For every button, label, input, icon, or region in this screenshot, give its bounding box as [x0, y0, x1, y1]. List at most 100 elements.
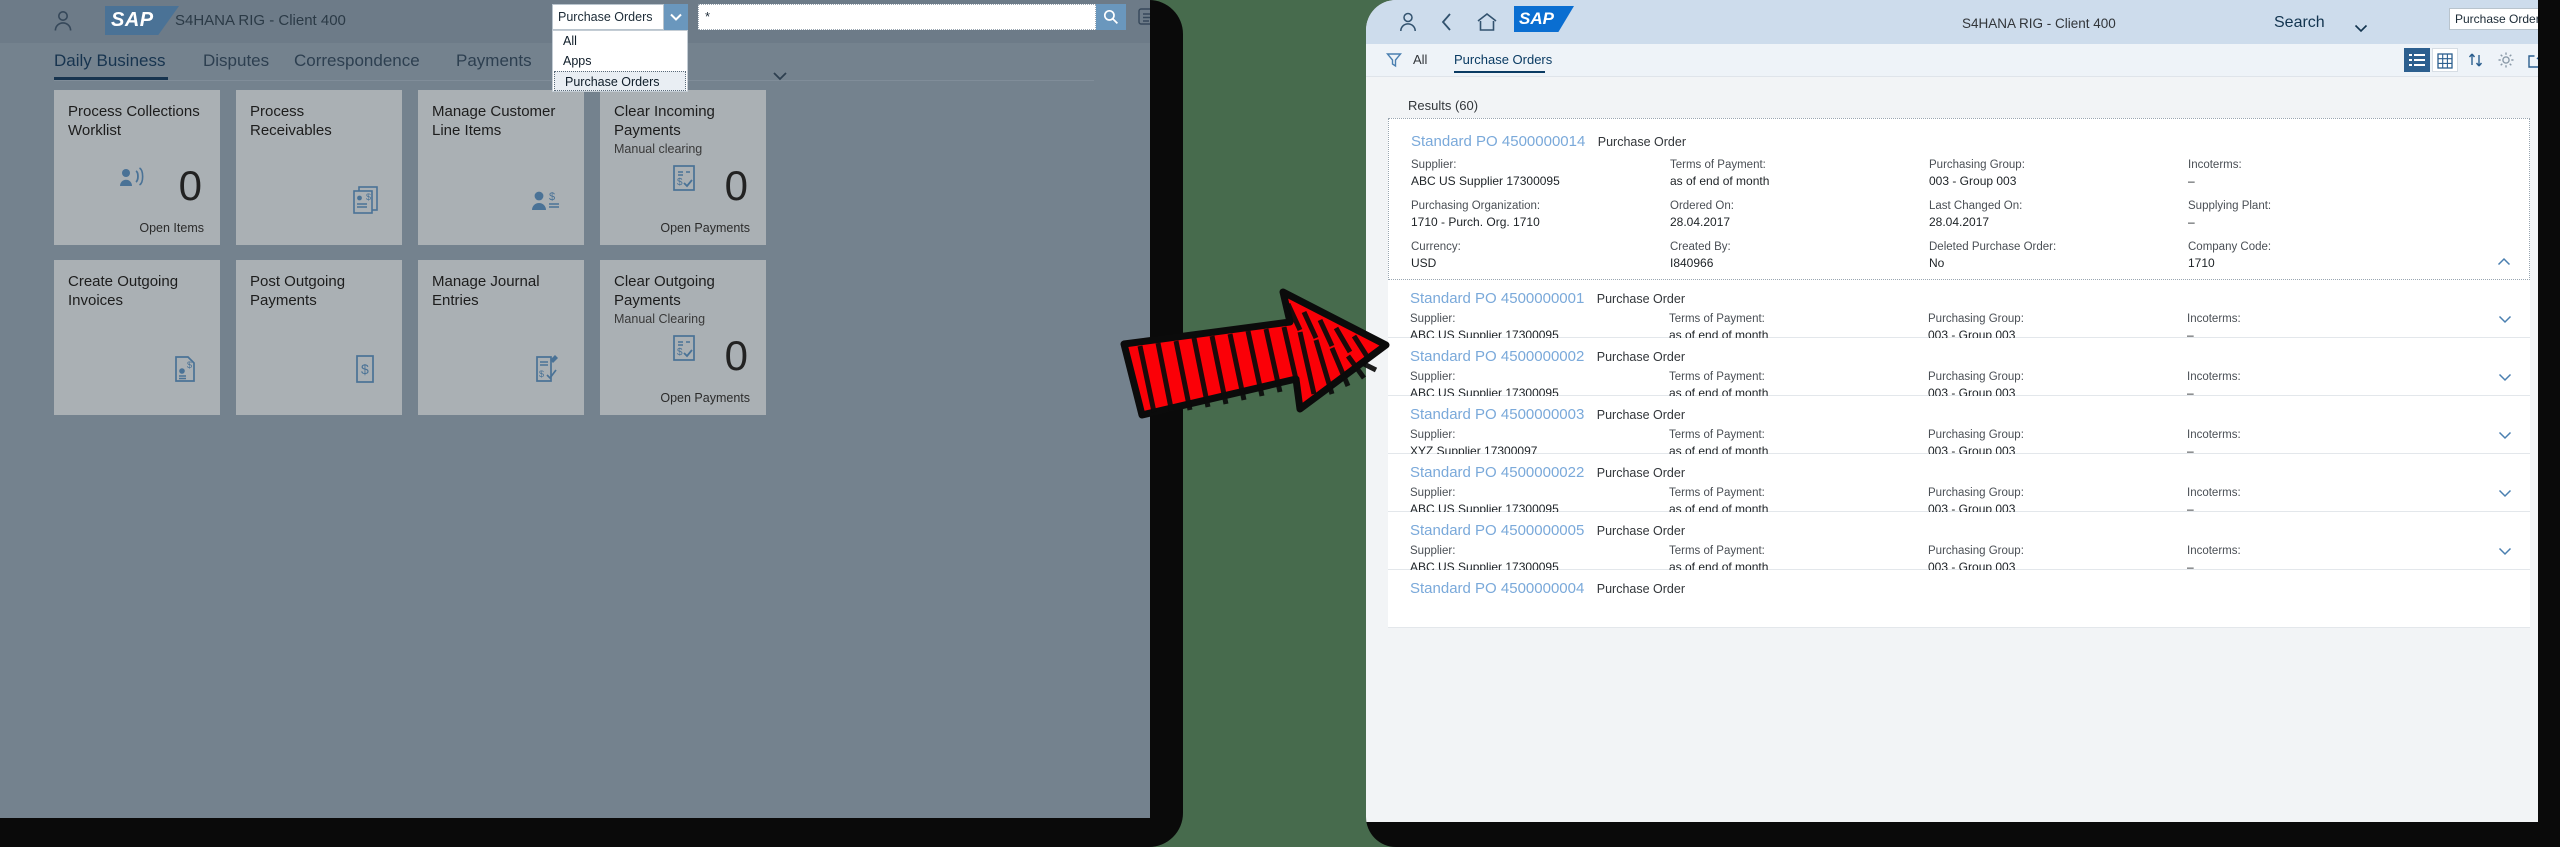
field-value-company-code: 1710	[2188, 256, 2215, 270]
dollar-note-icon: $	[354, 354, 376, 389]
card-field-row: Purchasing Organization: 1710 - Purch. Or…	[1411, 200, 2509, 241]
field-label-incoterms: Incoterms:	[2188, 159, 2242, 171]
field-label-supplier: Supplier:	[1411, 159, 1457, 171]
tab-disputes[interactable]: Disputes	[203, 51, 269, 71]
purchase-order-link[interactable]: Standard PO 4500000002	[1410, 348, 1584, 365]
field-value-created-by: I840966	[1670, 256, 1714, 270]
svg-text:$: $	[677, 177, 683, 188]
purchase-order-link[interactable]: Standard PO 4500000014	[1411, 133, 1585, 150]
filter-tab-purchase-orders[interactable]: Purchase Orders	[1454, 52, 1552, 67]
result-card[interactable]: Standard PO 4500000003 Purchase Order Su…	[1388, 396, 2530, 458]
launchpad-search-input[interactable]: *	[698, 4, 1096, 30]
field-label-terms-of-payment: Terms of Payment:	[1670, 159, 1766, 171]
purchase-order-link[interactable]: Standard PO 4500000022	[1410, 464, 1584, 481]
launchpad-client-title: S4HANA RIG - Client 400	[175, 12, 346, 29]
chevron-down-icon[interactable]	[2498, 427, 2512, 445]
card-title-row: Standard PO 4500000022 Purchase Order	[1410, 464, 1685, 482]
purchase-order-link[interactable]: Standard PO 4500000003	[1410, 406, 1584, 423]
field-value-purchasing-organization: 1710 - Purch. Org. 1710	[1411, 215, 1540, 229]
chevron-down-icon[interactable]	[2498, 543, 2512, 561]
field-label-terms-of-payment: Terms of Payment:	[1669, 371, 1765, 383]
back-arrow-icon[interactable]	[1440, 12, 1454, 37]
grid-icon[interactable]	[2432, 48, 2458, 72]
search-icon[interactable]	[1096, 4, 1126, 30]
result-card-expanded[interactable]: Standard PO 4500000014 Purchase Order Su…	[1388, 118, 2530, 280]
purchase-order-link[interactable]: Standard PO 4500000001	[1410, 290, 1584, 307]
svg-text:$: $	[677, 347, 683, 358]
dropdown-item-purchase-orders[interactable]: Purchase Orders	[554, 71, 686, 91]
dropdown-item-apps[interactable]: Apps	[553, 51, 687, 71]
tile-number: 0	[178, 162, 202, 209]
tile-clear-incoming-payments[interactable]: Clear Incoming Payments Manual clearing …	[600, 90, 766, 245]
tab-payments[interactable]: Payments	[456, 51, 532, 71]
tile-footer: Open Payments	[660, 391, 750, 405]
launchpad-scope-dropdown[interactable]: All Apps Purchase Orders	[552, 30, 688, 92]
result-card[interactable]: Standard PO 4500000001 Purchase Order Su…	[1388, 280, 2530, 342]
results-filter-bar: All Purchase Orders	[1366, 44, 2538, 77]
filter-tab-all[interactable]: All	[1413, 52, 1427, 67]
tile-subtitle: Manual clearing	[614, 142, 703, 156]
user-icon[interactable]	[52, 9, 74, 33]
tile-post-outgoing-payments[interactable]: Post Outgoing Payments $	[236, 260, 402, 415]
tile-process-receivables[interactable]: Process Receivables $	[236, 90, 402, 245]
purchase-order-link[interactable]: Standard PO 4500000005	[1410, 522, 1584, 539]
invoice-person-icon: $	[172, 354, 198, 389]
card-title-row: Standard PO 4500000001 Purchase Order	[1410, 290, 1685, 308]
result-card[interactable]: Standard PO 4500000022 Purchase Order Su…	[1388, 454, 2530, 516]
card-entity-kind: Purchase Order	[1596, 292, 1685, 306]
field-label-last-changed-on: Last Changed On:	[1929, 200, 2023, 212]
list-view-icon[interactable]	[1138, 7, 1150, 27]
launchpad-tile-grid: Process Collections Worklist 0 Open Item…	[0, 90, 1150, 510]
card-entity-kind: Purchase Order	[1597, 135, 1686, 149]
purchase-order-link[interactable]: Standard PO 4500000004	[1410, 580, 1584, 597]
sort-icon[interactable]	[2464, 48, 2490, 72]
tile-title: Process Receivables	[250, 103, 332, 139]
field-label-purchasing-group: Purchasing Group:	[1928, 313, 2024, 325]
share-icon[interactable]	[2524, 48, 2538, 72]
chevron-down-icon[interactable]	[2498, 369, 2512, 387]
field-label-terms-of-payment: Terms of Payment:	[1669, 545, 1765, 557]
tab-daily-business[interactable]: Daily Business	[54, 51, 166, 71]
field-label-purchasing-organization: Purchasing Organization:	[1411, 200, 1541, 212]
result-card[interactable]: Standard PO 4500000005 Purchase Order Su…	[1388, 512, 2530, 574]
field-label-terms-of-payment: Terms of Payment:	[1669, 429, 1765, 441]
user-icon[interactable]	[1398, 11, 1418, 38]
launchpad-window: SAP S4HANA RIG - Client 400 Purchase Ord…	[0, 0, 1150, 818]
chevron-down-icon[interactable]	[2498, 311, 2512, 329]
dropdown-item-all[interactable]: All	[553, 31, 687, 51]
field-value-terms-of-payment: as of end of month	[1670, 174, 1770, 188]
chevron-up-icon[interactable]	[2497, 253, 2511, 271]
tile-manage-journal-entries[interactable]: Manage Journal Entries $	[418, 260, 584, 415]
tile-manage-customer-line-items[interactable]: Manage Customer Line Items $	[418, 90, 584, 245]
card-entity-kind: Purchase Order	[1596, 466, 1685, 480]
chevron-down-icon[interactable]	[772, 68, 788, 86]
chevron-down-icon[interactable]	[664, 4, 688, 30]
tile-process-collections-worklist[interactable]: Process Collections Worklist 0 Open Item…	[54, 90, 220, 245]
field-label-terms-of-payment: Terms of Payment:	[1669, 487, 1765, 499]
field-value-last-changed-on: 28.04.2017	[1929, 215, 1990, 229]
svg-text:$: $	[361, 361, 369, 377]
field-label-currency: Currency:	[1411, 241, 1461, 253]
tab-correspondence[interactable]: Correspondence	[294, 51, 420, 71]
search-label[interactable]: Search	[2274, 14, 2325, 32]
tile-footer: Open Items	[139, 221, 204, 235]
invoice-pages-icon: $	[352, 184, 380, 219]
result-card-partial[interactable]: Standard PO 4500000004 Purchase Order	[1388, 570, 2530, 628]
filter-icon[interactable]	[1386, 52, 1402, 73]
chevron-down-icon[interactable]	[2498, 485, 2512, 503]
result-card[interactable]: Standard PO 4500000002 Purchase Order Su…	[1388, 338, 2530, 400]
gear-icon[interactable]	[2494, 48, 2520, 72]
home-icon[interactable]	[1476, 12, 1498, 37]
tile-create-outgoing-invoices[interactable]: Create Outgoing Invoices $	[54, 260, 220, 415]
list-icon[interactable]	[2404, 48, 2430, 72]
launchpad-scope-select[interactable]: Purchase Orders	[552, 4, 664, 30]
field-label-purchasing-group: Purchasing Group:	[1928, 487, 2024, 499]
chevron-down-icon[interactable]	[2354, 20, 2368, 38]
field-label-deleted-purchase-order: Deleted Purchase Order:	[1929, 241, 2057, 253]
field-value-supplier: ABC US Supplier 17300095	[1411, 174, 1560, 188]
results-scope-select[interactable]: Purchase Orders	[2449, 8, 2538, 30]
payment-check-icon: $	[672, 164, 696, 197]
tile-title: Post Outgoing Payments	[250, 273, 346, 309]
results-list[interactable]: Standard PO 4500000014 Purchase Order Su…	[1388, 118, 2530, 822]
tile-clear-outgoing-payments[interactable]: Clear Outgoing Payments Manual Clearing …	[600, 260, 766, 415]
